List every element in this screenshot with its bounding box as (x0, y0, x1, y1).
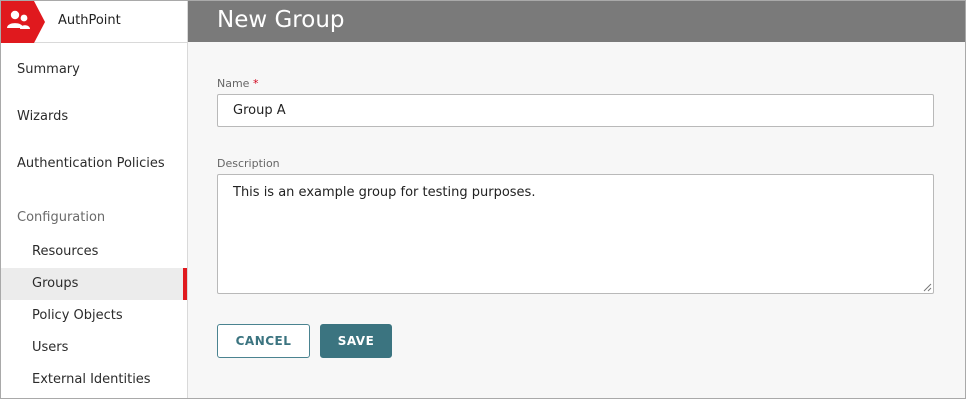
app-window: AuthPoint Summary Wizards Authentication… (0, 0, 966, 399)
name-label-text: Name (217, 77, 250, 90)
description-label: Description (217, 157, 280, 170)
description-label-text: Description (217, 157, 280, 170)
save-button[interactable]: SAVE (320, 324, 392, 358)
app-name: AuthPoint (58, 13, 121, 28)
users-icon[interactable] (1, 1, 45, 43)
nav-item-wizards[interactable]: Wizards (1, 109, 187, 124)
nav-item-policy-objects[interactable]: Policy Objects (1, 300, 187, 332)
cancel-button[interactable]: CANCEL (217, 324, 310, 358)
active-indicator (183, 268, 187, 300)
nav-item-label: Groups (32, 276, 79, 291)
page-title: New Group (217, 7, 345, 33)
nav-item-external-identities[interactable]: External Identities (1, 364, 187, 396)
description-textarea[interactable]: This is an example group for testing pur… (217, 174, 934, 294)
resize-grip-icon[interactable] (923, 283, 932, 292)
nav-item-groups[interactable]: Groups (1, 268, 187, 300)
name-input[interactable] (217, 94, 934, 127)
required-marker: * (252, 77, 259, 90)
nav-item-label: Authentication Policies (17, 156, 165, 171)
nav-item-label: Summary (17, 62, 80, 77)
nav-item-label: External Identities (32, 372, 151, 387)
nav-item-resources[interactable]: Resources (1, 236, 187, 268)
nav-item-summary[interactable]: Summary (1, 62, 187, 77)
nav-item-users[interactable]: Users (1, 332, 187, 364)
nav-item-label: Policy Objects (32, 308, 123, 323)
nav-section-configuration: Configuration (1, 210, 187, 225)
nav-item-authentication-policies[interactable]: Authentication Policies (1, 156, 187, 171)
app-header: AuthPoint (1, 1, 187, 43)
section-label: Configuration (17, 210, 106, 225)
title-bar: New Group (188, 1, 965, 42)
nav-item-label: Wizards (17, 109, 69, 124)
sidebar: AuthPoint Summary Wizards Authentication… (1, 1, 188, 398)
nav-item-label: Users (32, 340, 69, 355)
nav-item-label: Resources (32, 244, 99, 259)
name-label: Name * (217, 77, 258, 90)
main-content: New Group Name * Description This is an … (188, 1, 965, 398)
